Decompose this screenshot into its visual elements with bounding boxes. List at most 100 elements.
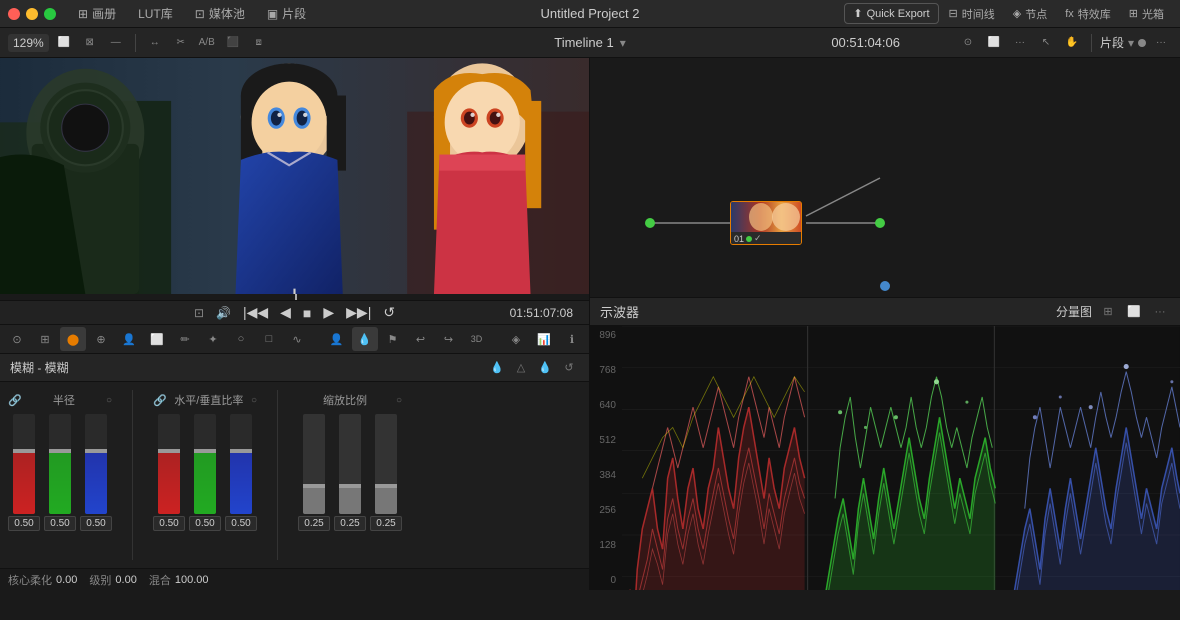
stop-btn[interactable]: ■ xyxy=(303,305,311,321)
info-tool[interactable]: ℹ xyxy=(559,327,585,351)
ab-compare-icon[interactable]: A/B xyxy=(196,33,218,53)
brush-tool[interactable]: ✏ xyxy=(172,327,198,351)
waveform-settings-icon[interactable]: ⊞ xyxy=(1098,302,1118,322)
hand-icon[interactable]: ✋ xyxy=(1061,33,1083,53)
softness-value[interactable]: 0.00 xyxy=(56,574,77,586)
level-value[interactable]: 0.00 xyxy=(115,574,136,586)
color-wheel-icon[interactable]: ⊙ xyxy=(957,33,979,53)
drop-icon[interactable]: 💧 xyxy=(487,358,507,378)
person-tool[interactable]: 👤 xyxy=(116,327,142,351)
scale-b-value[interactable]: 0.25 xyxy=(370,516,402,531)
effects-menu-btn[interactable]: fx 特效库 xyxy=(1057,3,1119,25)
link-icon-1[interactable]: 🔗 xyxy=(8,394,22,407)
radius-red-slider[interactable]: 0.50 xyxy=(8,414,40,531)
zoom-level[interactable]: 129% xyxy=(8,34,49,52)
square-tool[interactable]: □ xyxy=(256,327,282,351)
scale-g-track xyxy=(339,414,361,514)
quick-export-button[interactable]: ⬆ Quick Export xyxy=(844,3,938,24)
waveform-mode[interactable]: 分量图 xyxy=(1056,303,1092,320)
close-button[interactable] xyxy=(8,8,20,20)
fullscreen-icon[interactable]: ⬜ xyxy=(983,33,1005,53)
alert-icon[interactable]: △ xyxy=(511,358,531,378)
radius-red-handle xyxy=(13,449,35,453)
ratio-green-value[interactable]: 0.50 xyxy=(189,516,221,531)
cursor-icon[interactable]: ↖ xyxy=(1035,33,1057,53)
node-number: 01 xyxy=(734,234,744,244)
maximize-button[interactable] xyxy=(44,8,56,20)
reset-icon-3[interactable]: ○ xyxy=(396,395,402,406)
scale-r-slider[interactable]: 0.25 xyxy=(298,414,330,531)
redo-tool[interactable]: ↪ xyxy=(436,327,462,351)
circle-tool[interactable]: ○ xyxy=(228,327,254,351)
magic-tool[interactable]: ✦ xyxy=(200,327,226,351)
play-btn[interactable]: ▶ xyxy=(323,304,334,321)
drop2-icon[interactable]: 💧 xyxy=(535,358,555,378)
gallery-icon: ⊞ xyxy=(78,7,88,21)
scale-g-slider[interactable]: 0.25 xyxy=(334,414,366,531)
screen-tool[interactable]: ⬜ xyxy=(144,327,170,351)
grid-tool[interactable]: ⊞ xyxy=(32,327,58,351)
minimize-button[interactable] xyxy=(26,8,38,20)
zoom-fit-icon[interactable]: ⊠ xyxy=(79,33,101,53)
undo-tool[interactable]: ↩ xyxy=(408,327,434,351)
scale-r-value[interactable]: 0.25 xyxy=(298,516,330,531)
clips-dropdown-icon[interactable]: ▾ xyxy=(1128,36,1134,50)
stereo-tool[interactable]: 3D xyxy=(464,327,490,351)
person2-tool[interactable]: 👤 xyxy=(324,327,350,351)
ratio-blue-value[interactable]: 0.50 xyxy=(225,516,257,531)
gallery-menu-btn[interactable]: ⊞ 光箱 xyxy=(1121,3,1172,25)
softness-label: 核心柔化 xyxy=(8,572,52,588)
radius-blue-value[interactable]: 0.50 xyxy=(80,516,112,531)
skip-start-btn[interactable]: |◀◀ xyxy=(243,304,268,321)
tab-lut[interactable]: LUT库 xyxy=(128,2,183,25)
step-back-btn[interactable]: ◀ xyxy=(280,304,291,321)
drop-tool[interactable]: 💧 xyxy=(352,327,378,351)
blend-value[interactable]: 100.00 xyxy=(175,574,209,586)
node-menu-btn[interactable]: ◈ 节点 xyxy=(1005,3,1055,25)
timeline-dropdown-icon[interactable]: ▾ xyxy=(620,36,626,50)
color-tool[interactable]: ⬤ xyxy=(60,327,86,351)
camera-tool[interactable]: ⊙ xyxy=(4,327,30,351)
blur-tool[interactable]: ⊕ xyxy=(88,327,114,351)
highlight-icon[interactable]: ⬛ xyxy=(222,33,244,53)
scale-header: 缩放比例 ○ xyxy=(298,390,402,410)
zoom-out-icon[interactable]: — xyxy=(105,33,127,53)
radius-green-value[interactable]: 0.50 xyxy=(44,516,76,531)
scale-g-value[interactable]: 0.25 xyxy=(334,516,366,531)
radius-blue-slider[interactable]: 0.50 xyxy=(80,414,112,531)
radius-red-value[interactable]: 0.50 xyxy=(8,516,40,531)
split-icon[interactable]: ⧈ xyxy=(248,33,270,53)
ratio-blue-slider[interactable]: 0.50 xyxy=(225,414,257,531)
tab-clips[interactable]: ▣ 片段 xyxy=(257,2,316,25)
curve-tool[interactable]: ∿ xyxy=(284,327,310,351)
audio-btn[interactable]: 🔊 xyxy=(216,306,231,320)
reset-icon-1[interactable]: ○ xyxy=(106,395,112,406)
timecode-display[interactable]: 00:51:04:06 xyxy=(831,35,900,50)
reset-icon-2[interactable]: ○ xyxy=(251,395,257,406)
view-mode-icon[interactable]: ⬜ xyxy=(53,33,75,53)
tab-gallery[interactable]: ⊞ 画册 xyxy=(68,2,126,25)
tab-media-pool[interactable]: ⊡ 媒体池 xyxy=(185,2,255,25)
ratio-green-slider[interactable]: 0.50 xyxy=(189,414,221,531)
radius-green-slider[interactable]: 0.50 xyxy=(44,414,76,531)
loop-btn[interactable]: ↺ xyxy=(383,304,395,321)
more-options-icon[interactable]: ··· xyxy=(1009,33,1031,53)
transform-icon[interactable]: ↔ xyxy=(144,33,166,53)
skip-end-btn[interactable]: ▶▶| xyxy=(346,304,371,321)
timeline-menu-btn[interactable]: ⊟ 时间线 xyxy=(941,3,1003,25)
status-dot xyxy=(1138,39,1146,47)
ratio-red-value[interactable]: 0.50 xyxy=(153,516,185,531)
scale-b-slider[interactable]: 0.25 xyxy=(370,414,402,531)
flag-tool[interactable]: ⚑ xyxy=(380,327,406,351)
link-icon-2[interactable]: 🔗 xyxy=(153,394,167,407)
crop-icon[interactable]: ✂ xyxy=(170,33,192,53)
ratio-red-slider[interactable]: 0.50 xyxy=(153,414,185,531)
view-toggle-btn[interactable]: ⊡ xyxy=(194,306,204,320)
reset-all-icon[interactable]: ↺ xyxy=(559,358,579,378)
node-box-1[interactable]: 01 ✓ xyxy=(730,201,802,245)
chart-tool[interactable]: 📊 xyxy=(531,327,557,351)
toolbar-more-icon[interactable]: ··· xyxy=(1150,33,1172,53)
waveform-more-icon[interactable]: ··· xyxy=(1150,302,1170,322)
waveform-fit-icon[interactable]: ⬜ xyxy=(1124,302,1144,322)
eye-tool[interactable]: ◈ xyxy=(503,327,529,351)
